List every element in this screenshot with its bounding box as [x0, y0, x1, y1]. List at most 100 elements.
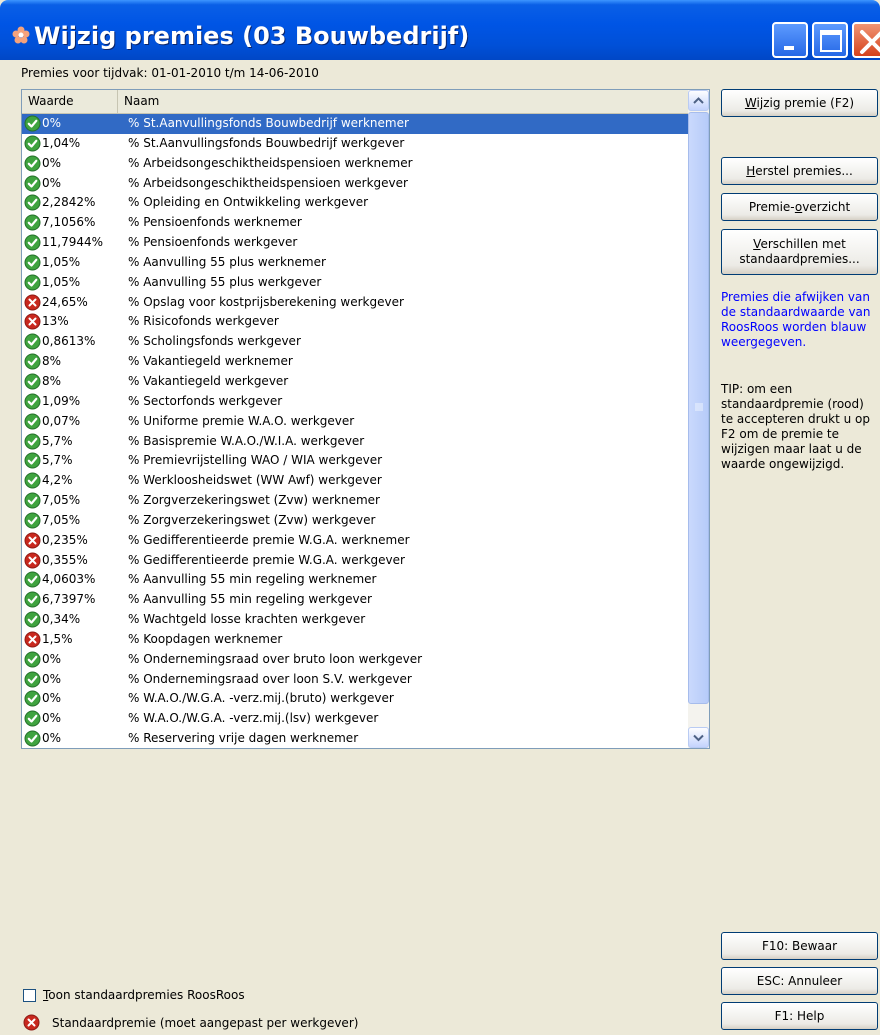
- check-icon: [24, 591, 41, 608]
- table-row[interactable]: 0,355% % Gedifferentieerde premie W.G.A. …: [22, 551, 688, 571]
- help-button[interactable]: F1: Help: [721, 1002, 878, 1030]
- table-row[interactable]: 24,65% % Opslag voor kostprijsberekening …: [22, 293, 688, 313]
- verschillen-button[interactable]: Verschillen met standaardpremies...: [721, 229, 878, 275]
- table-row[interactable]: 0% % Ondernemingsraad over loon S.V. werk…: [22, 670, 688, 690]
- check-icon: [24, 234, 41, 251]
- table-row[interactable]: 0,34% % Wachtgeld losse krachten werkgeve…: [22, 610, 688, 630]
- row-name: % W.A.O./W.G.A. -verz.mij.(bruto) werkge…: [128, 691, 394, 706]
- table-row[interactable]: 1,5% % Koopdagen werknemer: [22, 630, 688, 650]
- maximize-button[interactable]: [812, 22, 848, 58]
- toon-standaardpremies-checkbox[interactable]: [23, 989, 36, 1002]
- error-icon: [24, 313, 41, 330]
- table-row[interactable]: 7,05% % Zorgverzekeringswet (Zvw) werkgev…: [22, 511, 688, 531]
- chevron-down-icon: [693, 734, 704, 742]
- row-name: % Werkloosheidswet (WW Awf) werkgever: [128, 473, 382, 488]
- table-row[interactable]: 11,7944% % Pensioenfonds werkgever: [22, 233, 688, 253]
- row-value: 0%: [42, 651, 62, 666]
- vertical-scrollbar[interactable]: [688, 90, 709, 748]
- period-value: 01-01-2010 t/m 14-06-2010: [151, 66, 319, 80]
- row-name: % St.Aanvullingsfonds Bouwbedrijf werkge…: [128, 135, 405, 150]
- table-row[interactable]: 8% % Vakantiegeld werknemer: [22, 352, 688, 372]
- table-row[interactable]: 8% % Vakantiegeld werkgever: [22, 372, 688, 392]
- table-row[interactable]: 0% % Reservering vrije dagen werknemer: [22, 729, 688, 748]
- row-value: 13%: [42, 314, 69, 329]
- table-row[interactable]: 7,05% % Zorgverzekeringswet (Zvw) werknem…: [22, 491, 688, 511]
- premium-list[interactable]: Waarde Naam 0% % St.Aanvullingsfonds Bouw…: [21, 89, 710, 749]
- annuleer-button[interactable]: ESC: Annuleer: [721, 967, 878, 995]
- row-name: % Aanvulling 55 plus werkgever: [128, 274, 322, 289]
- column-header-waarde[interactable]: Waarde: [22, 90, 118, 114]
- check-icon: [24, 333, 41, 350]
- check-icon: [24, 611, 41, 628]
- column-header-naam[interactable]: Naam: [118, 90, 688, 114]
- row-name: % Reservering vrije dagen werknemer: [128, 731, 359, 746]
- table-row[interactable]: 6,7397% % Aanvulling 55 min regeling werk…: [22, 590, 688, 610]
- row-name: % Aanvulling 55 plus werknemer: [128, 254, 326, 269]
- table-row[interactable]: 7,1056% % Pensioenfonds werknemer: [22, 213, 688, 233]
- row-value: 0%: [42, 175, 62, 190]
- row-name: % Arbeidsongeschiktheidspensioen werknem…: [128, 155, 413, 170]
- check-icon: [24, 671, 41, 688]
- table-row[interactable]: 13% % Risicofonds werkgever: [22, 312, 688, 332]
- row-value: 0,355%: [42, 552, 88, 567]
- scroll-down-button[interactable]: [688, 727, 709, 748]
- herstel-premies-button[interactable]: Herstel premies...: [721, 157, 878, 185]
- table-row[interactable]: 0,8613% % Scholingsfonds werkgever: [22, 332, 688, 352]
- row-name: % Premievrijstelling WAO / WIA werkgever: [128, 453, 383, 468]
- title-bar[interactable]: Wijzig premies (03 Bouwbedrijf): [0, 0, 880, 60]
- table-row[interactable]: 4,2% % Werkloosheidswet (WW Awf) werkgeve…: [22, 471, 688, 491]
- row-value: 0,8613%: [42, 334, 96, 349]
- table-row[interactable]: 0% % St.Aanvullingsfonds Bouwbedrijf werk…: [22, 114, 688, 134]
- row-name: % Vakantiegeld werkgever: [128, 373, 289, 388]
- premie-overzicht-button[interactable]: Premie-overzicht: [721, 193, 878, 221]
- table-row[interactable]: 0% % Arbeidsongeschiktheidspensioen werkn…: [22, 154, 688, 174]
- minimize-button[interactable]: [772, 22, 808, 58]
- table-row[interactable]: 0,07% % Uniforme premie W.A.O. werkgever: [22, 412, 688, 432]
- scroll-up-button[interactable]: [688, 90, 709, 111]
- row-value: 5,7%: [42, 433, 73, 448]
- table-row[interactable]: 5,7% % Basispremie W.A.O./W.I.A. werkgeve…: [22, 432, 688, 452]
- table-row[interactable]: 0,235% % Gedifferentieerde premie W.G.A. …: [22, 531, 688, 551]
- check-icon: [24, 492, 41, 509]
- toon-label-text: oon standaardpremies RoosRoos: [48, 988, 245, 1002]
- row-value: 0,34%: [42, 612, 81, 627]
- check-icon: [24, 274, 41, 291]
- tip-text: TIP: om een standaardpremie (rood) te ac…: [721, 382, 871, 471]
- row-value: 11,7944%: [42, 235, 104, 250]
- overzicht-label: verzicht: [802, 199, 851, 214]
- row-name: % Opslag voor kostprijsberekening werkge…: [128, 294, 404, 309]
- table-row[interactable]: 0% % W.A.O./W.G.A. -verz.mij.(bruto) werk…: [22, 689, 688, 709]
- row-name: % Aanvulling 55 min regeling werknemer: [128, 572, 377, 587]
- table-row[interactable]: 4,0603% % Aanvulling 55 min regeling werk…: [22, 570, 688, 590]
- row-name: % Arbeidsongeschiktheidspensioen werkgev…: [128, 175, 408, 190]
- table-row[interactable]: 0% % Arbeidsongeschiktheidspensioen werkg…: [22, 174, 688, 194]
- overzicht-label-pre: Premie-: [748, 199, 795, 214]
- row-name: % Koopdagen werknemer: [128, 631, 283, 646]
- row-value: 6,7397%: [42, 592, 96, 607]
- row-value: 4,2%: [42, 473, 73, 488]
- maximize-icon: [820, 30, 842, 52]
- close-button[interactable]: [852, 22, 880, 58]
- row-value: 0%: [42, 116, 62, 130]
- table-row[interactable]: 0% % W.A.O./W.G.A. -verz.mij.(lsv) werkge…: [22, 709, 688, 729]
- row-value: 1,09%: [42, 393, 81, 408]
- table-row[interactable]: 1,05% % Aanvulling 55 plus werkgever: [22, 273, 688, 293]
- bewaar-button[interactable]: F10: Bewaar: [721, 932, 878, 960]
- table-row[interactable]: 0% % Ondernemingsraad over bruto loon wer…: [22, 650, 688, 670]
- row-name: % Vakantiegeld werknemer: [128, 354, 293, 369]
- check-icon: [24, 194, 41, 211]
- table-row[interactable]: 2,2842% % Opleiding en Ontwikkeling werkg…: [22, 193, 688, 213]
- check-icon: [24, 413, 41, 430]
- toon-standaardpremies-label[interactable]: Toon standaardpremies RoosRoos: [43, 988, 245, 1002]
- table-row[interactable]: 1,05% % Aanvulling 55 plus werknemer: [22, 253, 688, 273]
- check-icon: [24, 393, 41, 410]
- table-row[interactable]: 1,04% % St.Aanvullingsfonds Bouwbedrijf w…: [22, 134, 688, 154]
- table-row[interactable]: 1,09% % Sectorfonds werkgever: [22, 392, 688, 412]
- wijzig-premie-button[interactable]: Wijzig premie (F2): [721, 89, 878, 117]
- row-name: % Zorgverzekeringswet (Zvw) werknemer: [128, 493, 380, 508]
- row-value: 0,07%: [42, 413, 81, 428]
- table-row[interactable]: 5,7% % Premievrijstelling WAO / WIA werkg…: [22, 451, 688, 471]
- row-name: % Risicofonds werkgever: [128, 314, 279, 329]
- scroll-thumb[interactable]: [688, 112, 709, 704]
- row-value: 1,05%: [42, 274, 81, 289]
